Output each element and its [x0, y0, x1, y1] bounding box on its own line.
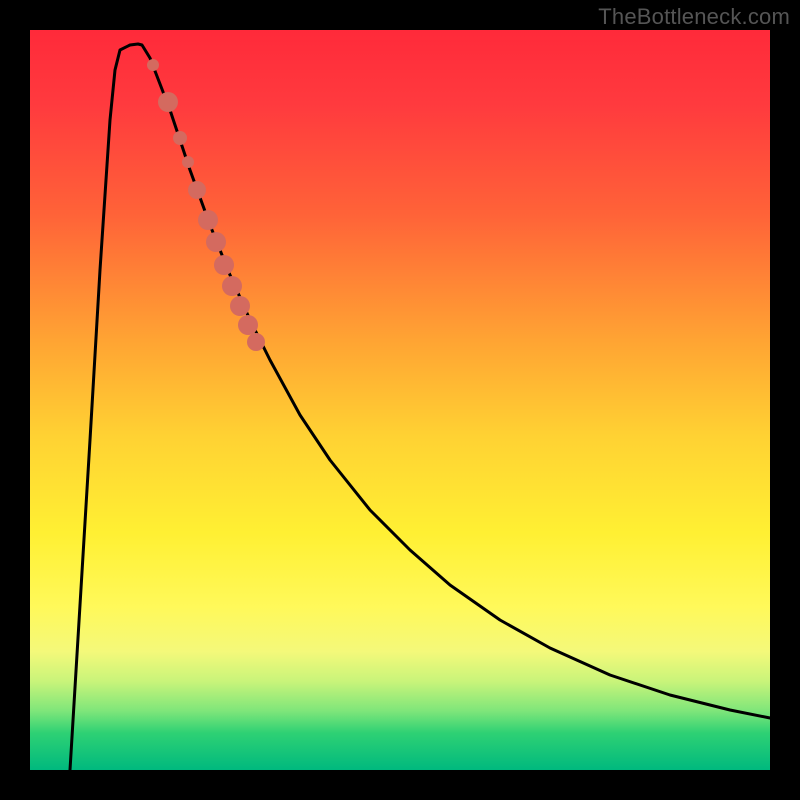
- attribution-label: TheBottleneck.com: [598, 4, 790, 30]
- point-d: [182, 156, 194, 168]
- plot-area: [30, 30, 770, 770]
- point-a: [147, 59, 159, 71]
- cluster-3: [214, 255, 234, 275]
- curve-svg: [30, 30, 770, 770]
- cluster-end: [247, 333, 265, 351]
- cluster-2: [206, 232, 226, 252]
- chart-frame: TheBottleneck.com: [0, 0, 800, 800]
- cluster-5: [230, 296, 250, 316]
- point-c: [173, 131, 187, 145]
- cluster-4: [222, 276, 242, 296]
- bottleneck-curve: [70, 44, 770, 770]
- data-markers: [147, 59, 265, 351]
- point-e: [188, 181, 206, 199]
- cluster-start: [198, 210, 218, 230]
- point-b: [158, 92, 178, 112]
- cluster-6: [238, 315, 258, 335]
